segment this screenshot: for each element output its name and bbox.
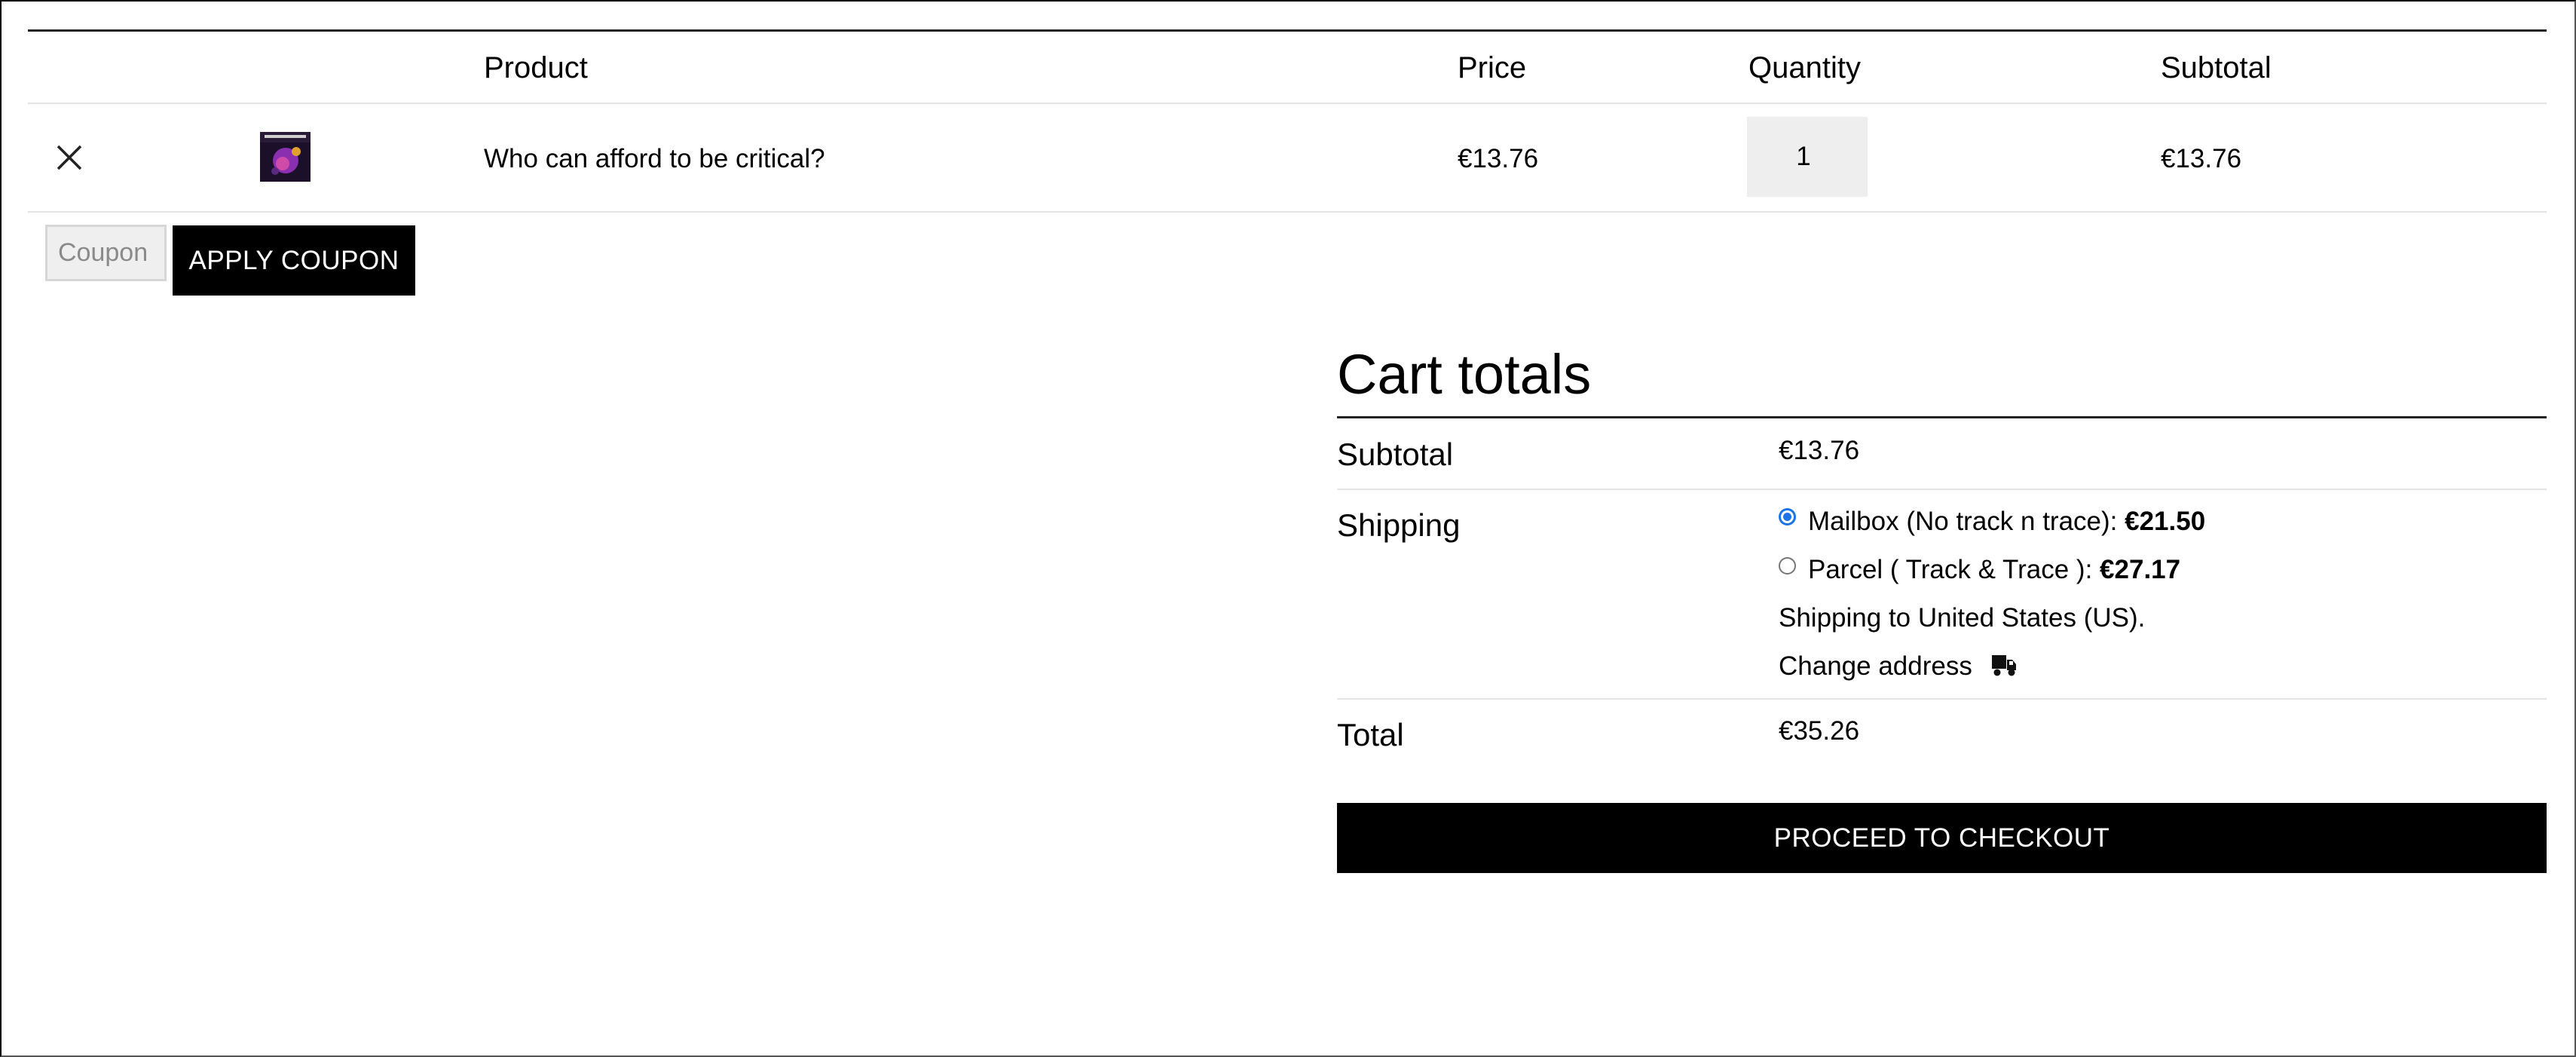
table-top-border bbox=[28, 29, 2547, 32]
subtotal-value: €13.76 bbox=[1779, 436, 1860, 465]
subtotal-divider bbox=[1337, 489, 2547, 490]
shipping-option-parcel-text: Parcel ( Track & Trace ): bbox=[1808, 555, 2100, 584]
proceed-to-checkout-button[interactable]: PROCEED TO CHECKOUT bbox=[1337, 803, 2547, 873]
header-divider bbox=[28, 103, 2547, 104]
header-quantity: Quantity bbox=[1748, 51, 1861, 84]
row-divider bbox=[28, 211, 2547, 213]
remove-item-button[interactable] bbox=[54, 142, 84, 173]
cart-totals-title-border bbox=[1337, 416, 2547, 418]
shipping-option-parcel-label[interactable]: Parcel ( Track & Trace ): €27.17 bbox=[1808, 553, 2180, 587]
total-value: €35.26 bbox=[1779, 716, 1860, 746]
shipping-option-mailbox-radio[interactable] bbox=[1779, 508, 1796, 525]
shipping-option-mailbox-price: €21.50 bbox=[2125, 507, 2206, 536]
product-thumbnail[interactable] bbox=[260, 132, 311, 182]
product-name-link[interactable]: Who can afford to be critical? bbox=[484, 142, 825, 176]
shipping-destination: Shipping to United States (US). bbox=[1779, 603, 2146, 633]
shipping-divider bbox=[1337, 698, 2547, 700]
header-product: Product bbox=[484, 51, 588, 84]
quantity-value: 1 bbox=[1796, 142, 1811, 171]
cart-totals-title: Cart totals bbox=[1337, 343, 1592, 406]
total-label: Total bbox=[1337, 717, 1404, 752]
shipping-option-mailbox-label[interactable]: Mailbox (No track n trace): €21.50 bbox=[1808, 505, 2205, 538]
shipping-option-mailbox-text: Mailbox (No track n trace): bbox=[1808, 507, 2125, 536]
close-icon bbox=[57, 145, 82, 170]
apply-coupon-button[interactable]: APPLY COUPON bbox=[173, 225, 415, 296]
album-cover-image bbox=[260, 132, 311, 182]
coupon-placeholder: Coupon bbox=[58, 238, 148, 267]
product-price: €13.76 bbox=[1458, 144, 1539, 173]
truck-icon bbox=[1991, 655, 2016, 676]
product-subtotal: €13.76 bbox=[2161, 144, 2242, 173]
quantity-input[interactable]: 1 bbox=[1747, 117, 1868, 197]
shipping-label: Shipping bbox=[1337, 507, 1461, 543]
header-subtotal: Subtotal bbox=[2161, 51, 2272, 84]
shipping-option-parcel-price: €27.17 bbox=[2100, 555, 2181, 584]
change-address-link[interactable]: Change address bbox=[1779, 650, 2018, 683]
shipping-option-parcel-radio[interactable] bbox=[1779, 557, 1796, 574]
header-price: Price bbox=[1458, 51, 1527, 84]
subtotal-label: Subtotal bbox=[1337, 437, 1454, 472]
change-address-label: Change address bbox=[1779, 651, 1972, 681]
coupon-input[interactable]: Coupon bbox=[45, 225, 167, 281]
